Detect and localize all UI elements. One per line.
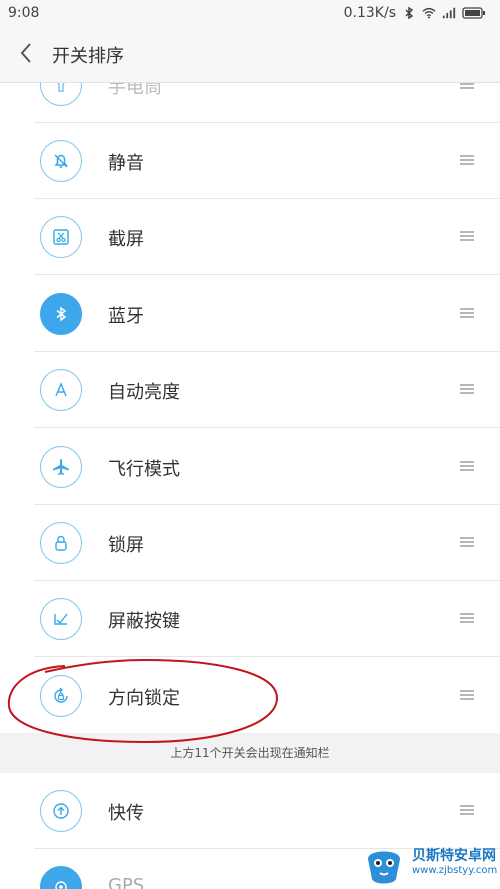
signal-icon — [442, 7, 456, 19]
airplane-icon — [40, 446, 82, 488]
list-item-label: 静音 — [108, 153, 144, 174]
block-keys-icon — [40, 598, 82, 640]
auto-brightness-icon — [40, 369, 82, 411]
network-speed: 0.13K/s — [343, 5, 396, 21]
wifi-icon — [422, 7, 436, 19]
list-item-auto-brightness[interactable]: 自动亮度 — [0, 352, 500, 428]
drag-handle-icon[interactable] — [460, 805, 474, 815]
status-time: 9:08 — [8, 5, 40, 21]
drag-handle-icon[interactable] — [460, 83, 474, 89]
watermark-logo-icon — [368, 851, 400, 884]
screenshot-scissors-icon — [40, 216, 82, 258]
mute-bell-icon — [40, 140, 82, 182]
lock-icon — [40, 522, 82, 564]
rotation-lock-icon — [40, 675, 82, 717]
row-divider — [34, 274, 500, 275]
app-header: 开关排序 — [0, 28, 500, 83]
drag-handle-icon[interactable] — [460, 384, 474, 394]
chevron-left-icon[interactable] — [12, 38, 42, 68]
watermark-title: 贝斯特安卓网 — [412, 848, 496, 864]
drag-handle-icon[interactable] — [460, 308, 474, 318]
list-item-airplane-mode[interactable]: 飞行模式 — [0, 429, 500, 505]
list-item-label: 快传 — [108, 803, 144, 824]
list-item-label: 锁屏 — [108, 535, 144, 556]
list-item-label: 截屏 — [108, 229, 144, 250]
list-item-screenshot[interactable]: 截屏 — [0, 199, 500, 275]
drag-handle-icon[interactable] — [460, 231, 474, 241]
list-item-label: 蓝牙 — [108, 306, 144, 327]
bluetooth-status-icon — [405, 6, 414, 20]
list-item-quick-transfer[interactable]: 快传 — [0, 773, 500, 849]
list-item-flashlight[interactable]: 手电筒 — [0, 83, 500, 123]
quick-transfer-icon — [40, 790, 82, 832]
status-icons: 0.13K/s — [344, 5, 486, 21]
list-item-label: 飞行模式 — [108, 459, 180, 480]
gps-icon — [40, 866, 82, 889]
list-item-lock-screen[interactable]: 锁屏 — [0, 505, 500, 581]
list-item-bluetooth[interactable]: 蓝牙 — [0, 276, 500, 352]
list-item-block-keys[interactable]: 屏蔽按键 — [0, 581, 500, 657]
drag-handle-icon[interactable] — [460, 461, 474, 471]
toggle-order-list[interactable]: 手电筒 静音 截屏 蓝牙 自动亮度 飞行模式 锁屏 屏蔽按键 方向锁定 上方11… — [0, 83, 500, 889]
list-item-label: 自动亮度 — [108, 382, 180, 403]
battery-icon — [462, 7, 485, 19]
bluetooth-icon — [40, 293, 82, 335]
watermark: 贝斯特安卓网 www.zjbstyy.com — [360, 839, 498, 889]
watermark-url: www.zjbstyy.com — [412, 865, 498, 876]
page-title: 开关排序 — [52, 46, 124, 67]
list-item-label: GPS — [108, 875, 145, 889]
section-note: 上方11个开关会出现在通知栏 — [0, 733, 500, 773]
list-item-label: 手电筒 — [108, 83, 162, 98]
drag-handle-icon[interactable] — [460, 537, 474, 547]
drag-handle-icon[interactable] — [460, 155, 474, 165]
row-divider — [34, 427, 500, 428]
list-item-label: 方向锁定 — [108, 688, 180, 709]
list-item-mute[interactable]: 静音 — [0, 123, 500, 199]
drag-handle-icon[interactable] — [460, 613, 474, 623]
flashlight-icon — [40, 83, 82, 106]
status-bar: 9:08 0.13K/s — [0, 0, 500, 28]
list-item-rotation-lock[interactable]: 方向锁定 — [0, 658, 500, 734]
drag-handle-icon[interactable] — [460, 690, 474, 700]
row-divider — [34, 656, 500, 657]
list-item-label: 屏蔽按键 — [108, 611, 180, 632]
